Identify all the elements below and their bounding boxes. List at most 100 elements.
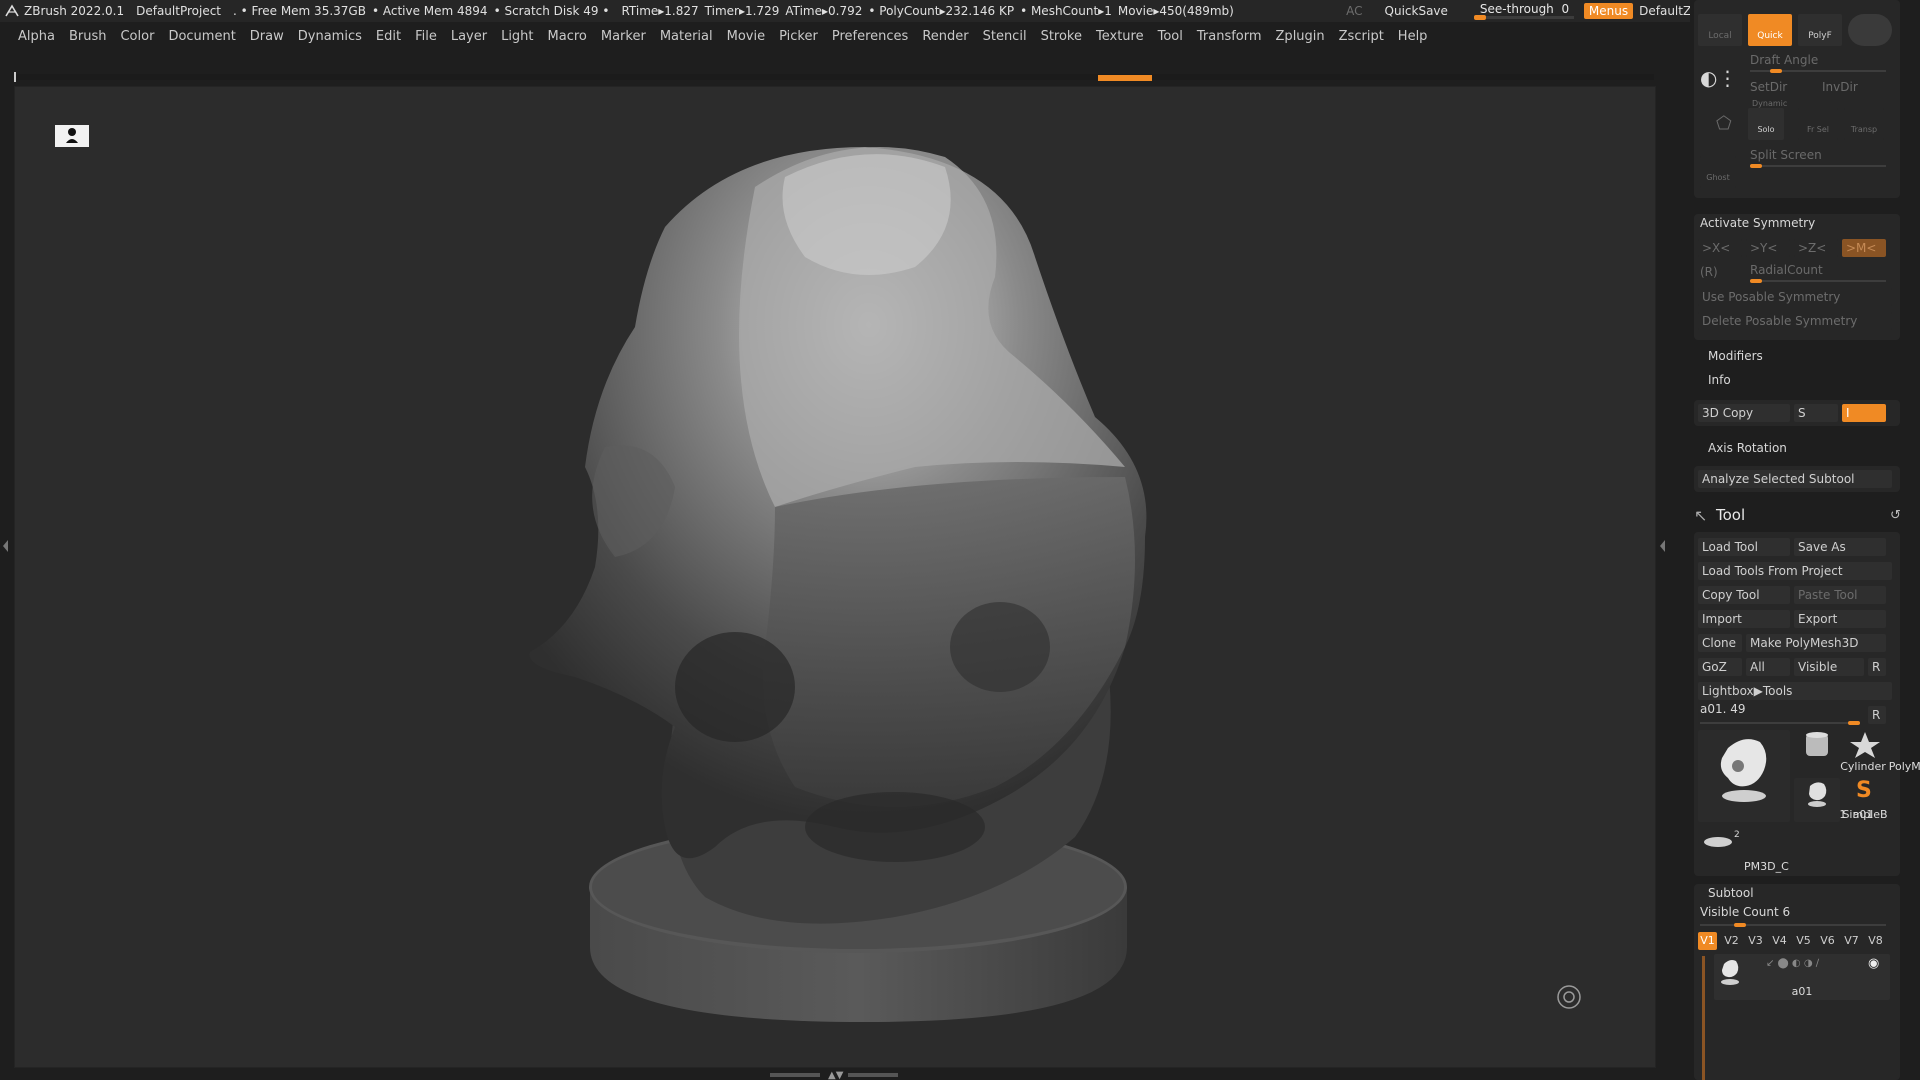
menu-zplugin[interactable]: Zplugin xyxy=(1276,29,1325,44)
see-through-slider[interactable]: See-through 0 xyxy=(1473,1,1574,21)
tool-thumb-a01[interactable]: a01 xyxy=(1698,730,1846,822)
current-tool-track[interactable] xyxy=(1700,722,1860,724)
ghost-button[interactable]: Ghost xyxy=(1700,156,1736,188)
bottom-tray-handle[interactable]: ▲▼ xyxy=(770,1070,900,1080)
timeline-track[interactable] xyxy=(14,74,1654,80)
frsel-button[interactable]: Fr Sel xyxy=(1798,108,1838,140)
copy3d-i-button[interactable]: I xyxy=(1842,404,1886,422)
subtool-tab-v8[interactable]: V8 xyxy=(1866,932,1885,950)
paste-tool-button[interactable]: Paste Tool xyxy=(1794,586,1886,604)
use-posable-symmetry-button[interactable]: Use Posable Symmetry xyxy=(1698,288,1892,306)
tool-palette-header[interactable]: ↖ Tool ↺ xyxy=(1690,502,1920,530)
polyf-button[interactable]: PolyF xyxy=(1798,14,1842,46)
setdir-button[interactable]: SetDir xyxy=(1750,80,1787,94)
copy-tool-button[interactable]: Copy Tool xyxy=(1698,586,1790,604)
transp-button[interactable]: Transp xyxy=(1844,108,1884,140)
menu-zscript[interactable]: Zscript xyxy=(1339,29,1384,44)
see-through-knob[interactable] xyxy=(1473,15,1486,20)
menu-tool[interactable]: Tool xyxy=(1158,29,1183,44)
solo-button[interactable]: Solo xyxy=(1748,108,1784,140)
quicksave-button[interactable]: QuickSave xyxy=(1385,4,1448,18)
menu-help[interactable]: Help xyxy=(1398,29,1428,44)
save-as-button[interactable]: Save As xyxy=(1794,538,1886,556)
subtool-tab-v5[interactable]: V5 xyxy=(1794,932,1813,950)
import-button[interactable]: Import xyxy=(1698,610,1790,628)
menu-edit[interactable]: Edit xyxy=(376,29,401,44)
export-button[interactable]: Export xyxy=(1794,610,1886,628)
menu-alpha[interactable]: Alpha xyxy=(18,29,55,44)
menu-movie[interactable]: Movie xyxy=(727,29,765,44)
subtool-visibility-eye-icon[interactable]: ◉ xyxy=(1868,956,1879,971)
sym-z-button[interactable]: >Z< xyxy=(1794,239,1838,257)
menu-stencil[interactable]: Stencil xyxy=(983,29,1027,44)
cube-icon[interactable]: ⬠ xyxy=(1716,113,1732,134)
quick-button[interactable]: Quick xyxy=(1748,14,1792,46)
delete-posable-symmetry-button[interactable]: Delete Posable Symmetry xyxy=(1698,312,1892,330)
tool-thumb-simpleb[interactable]: S SimpleB xyxy=(1842,778,1888,822)
visible-count-track[interactable] xyxy=(1700,924,1886,926)
modifiers-subpalette[interactable]: Modifiers xyxy=(1708,349,1763,363)
axis-rotation-subpalette[interactable]: Axis Rotation xyxy=(1708,441,1787,455)
subtool-item-a01[interactable]: ↙ ⬤ ◐ ◑ ∕ ◉ a01 xyxy=(1714,954,1890,1000)
menu-draw[interactable]: Draw xyxy=(250,29,284,44)
tool-reset-icon[interactable]: ↺ xyxy=(1890,508,1901,523)
tool-thumb-a01-small[interactable]: a01 xyxy=(1794,778,1873,822)
menu-macro[interactable]: Macro xyxy=(548,29,587,44)
timeline[interactable] xyxy=(14,72,1654,84)
material-preview-button[interactable] xyxy=(1848,14,1892,46)
subtool-tab-v6[interactable]: V6 xyxy=(1818,932,1837,950)
ac-label[interactable]: AC xyxy=(1346,4,1362,18)
make-polymesh3d-button[interactable]: Make PolyMesh3D xyxy=(1746,634,1886,652)
local-button[interactable]: Local xyxy=(1698,14,1742,46)
sym-x-button[interactable]: >X< xyxy=(1698,239,1742,257)
subtool-tab-v7[interactable]: V7 xyxy=(1842,932,1861,950)
transp-toggle-icon[interactable]: ◐⋮ xyxy=(1700,66,1737,90)
tool-r-button[interactable]: R xyxy=(1868,706,1886,724)
radial-count-knob[interactable] xyxy=(1750,279,1762,283)
analyze-selected-subtool-button[interactable]: Analyze Selected Subtool xyxy=(1698,470,1892,488)
split-screen-track[interactable] xyxy=(1750,165,1886,167)
menu-render[interactable]: Render xyxy=(922,29,968,44)
menu-texture[interactable]: Texture xyxy=(1096,29,1144,44)
info-subpalette[interactable]: Info xyxy=(1708,373,1731,387)
menu-document[interactable]: Document xyxy=(168,29,235,44)
load-tools-from-project-button[interactable]: Load Tools From Project xyxy=(1698,562,1892,580)
activate-symmetry-button[interactable]: Activate Symmetry xyxy=(1700,216,1815,230)
right-tray-handle[interactable] xyxy=(1658,480,1668,620)
document-viewport[interactable] xyxy=(14,86,1656,1068)
goz-r-button[interactable]: R xyxy=(1868,658,1886,676)
subtool-subpalette-title[interactable]: Subtool xyxy=(1708,886,1754,900)
clone-button[interactable]: Clone xyxy=(1698,634,1742,652)
draft-angle-knob[interactable] xyxy=(1770,69,1782,73)
radial-count-track[interactable] xyxy=(1750,280,1886,282)
radial-count-label[interactable]: RadialCount xyxy=(1750,263,1823,277)
menu-file[interactable]: File xyxy=(415,29,437,44)
goz-button[interactable]: GoZ xyxy=(1698,658,1742,676)
current-tool-knob[interactable] xyxy=(1848,721,1860,725)
sym-y-button[interactable]: >Y< xyxy=(1746,239,1790,257)
left-tray-handle[interactable] xyxy=(0,480,10,620)
menu-preferences[interactable]: Preferences xyxy=(832,29,908,44)
invdir-button[interactable]: InvDir xyxy=(1822,80,1858,94)
visible-count-knob[interactable] xyxy=(1734,923,1746,927)
lightbox-tools-button[interactable]: Lightbox▶Tools xyxy=(1698,682,1892,700)
subtool-tab-v1[interactable]: V1 xyxy=(1698,932,1717,950)
goz-visible-button[interactable]: Visible xyxy=(1794,658,1864,676)
menu-light[interactable]: Light xyxy=(501,29,533,44)
menus-toggle-button[interactable]: Menus xyxy=(1583,3,1634,19)
copy3d-button[interactable]: 3D Copy xyxy=(1698,404,1790,422)
sym-m-button[interactable]: >M< xyxy=(1842,239,1886,257)
menu-color[interactable]: Color xyxy=(120,29,154,44)
project-name[interactable]: DefaultProject xyxy=(136,4,221,18)
split-screen-label[interactable]: Split Screen xyxy=(1750,148,1822,162)
subtool-list-scrollbar[interactable] xyxy=(1702,956,1705,1080)
goz-all-button[interactable]: All xyxy=(1746,658,1790,676)
subtool-tab-v2[interactable]: V2 xyxy=(1722,932,1741,950)
menu-stroke[interactable]: Stroke xyxy=(1041,29,1082,44)
subtool-tab-v4[interactable]: V4 xyxy=(1770,932,1789,950)
menu-transform[interactable]: Transform xyxy=(1197,29,1262,44)
tool-thumb-pm3d[interactable]: 2 PM3D_C xyxy=(1698,830,1789,874)
menu-layer[interactable]: Layer xyxy=(451,29,487,44)
sculpt-model[interactable] xyxy=(15,87,1655,1067)
radial-r-button[interactable]: (R) xyxy=(1700,265,1718,279)
